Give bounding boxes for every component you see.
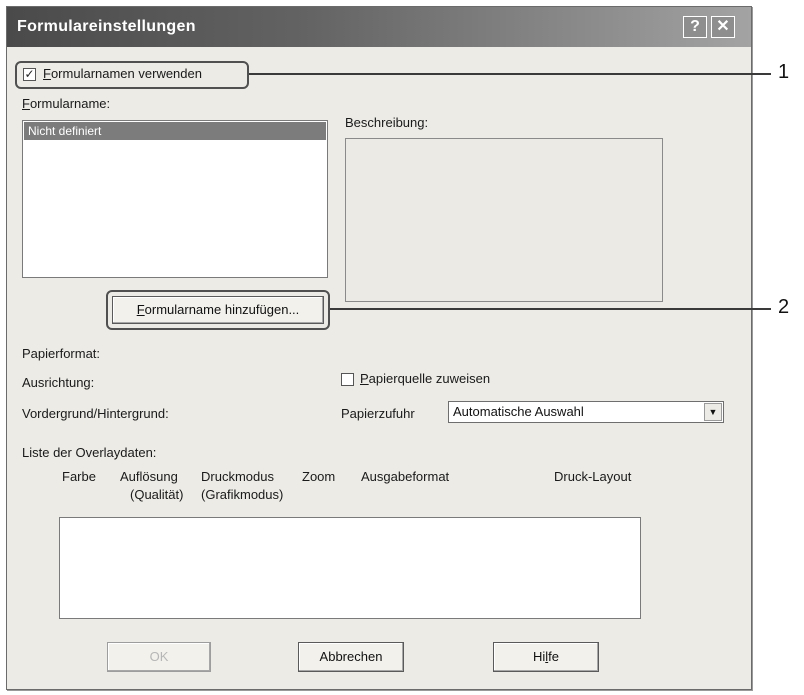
column-header-resolution-sub: (Qualität) xyxy=(130,487,184,502)
form-name-label: Formularname: xyxy=(22,96,110,111)
column-header-color: Farbe xyxy=(62,469,96,484)
use-form-names-text: ormularnamen verwenden xyxy=(50,66,202,81)
callout-line-2 xyxy=(330,308,771,310)
list-item[interactable]: Nicht definiert xyxy=(24,122,326,140)
description-label: Beschreibung: xyxy=(345,115,429,130)
close-icon[interactable]: ✕ xyxy=(711,16,735,38)
description-box xyxy=(345,138,663,302)
dialog-title: Formulareinstellungen xyxy=(17,18,196,35)
form-name-text: ormularname: xyxy=(29,96,111,111)
help-text-end: fe xyxy=(548,649,559,664)
add-form-name-text: ormularname hinzufügen... xyxy=(144,302,300,317)
foreground-background-label: Vordergrund/Hintergrund: xyxy=(22,406,169,421)
use-form-names-label[interactable]: Formularnamen verwenden xyxy=(43,66,202,81)
column-header-print-mode-sub: (Grafikmodus) xyxy=(201,487,284,502)
overlay-data-list[interactable] xyxy=(59,517,641,619)
help-question-icon[interactable]: ? xyxy=(683,16,707,38)
callout-number-2: 2 xyxy=(778,296,790,318)
use-form-names-accel: F xyxy=(43,66,51,81)
add-form-name-accel: F xyxy=(136,302,145,317)
cancel-button[interactable]: Abbrechen xyxy=(298,642,404,672)
paper-feed-value: Automatische Auswahl xyxy=(453,404,584,419)
form-settings-dialog: Formulareinstellungen ? ✕ ✓ Formularname… xyxy=(6,6,752,690)
assign-paper-source-checkbox[interactable] xyxy=(341,373,354,386)
use-form-names-checkbox[interactable]: ✓ xyxy=(23,68,36,81)
callout-number-1: 1 xyxy=(778,61,790,83)
help-button[interactable]: Hilfe xyxy=(493,642,599,672)
check-mark-icon: ✓ xyxy=(24,67,35,81)
add-form-name-button[interactable]: Formularname hinzufügen... xyxy=(112,296,324,324)
form-name-listbox[interactable]: Nicht definiert xyxy=(22,120,328,278)
ok-button[interactable]: OK xyxy=(107,642,211,672)
column-header-output-format: Ausgabeformat xyxy=(361,469,450,484)
column-header-print-layout: Druck-Layout xyxy=(554,469,632,484)
column-header-zoom: Zoom xyxy=(302,469,336,484)
title-bar[interactable]: Formulareinstellungen ? ✕ xyxy=(7,7,751,47)
chevron-down-icon[interactable]: ▼ xyxy=(704,403,722,421)
column-header-print-mode: Druckmodus xyxy=(201,469,274,484)
paper-feed-label: Papierzufuhr xyxy=(341,406,415,421)
column-header-resolution: Auflösung xyxy=(120,469,178,484)
callout-line-1 xyxy=(249,73,771,75)
assign-paper-source-label[interactable]: Papierquelle zuweisen xyxy=(360,371,490,386)
assign-paper-source-text: apierquelle zuweisen xyxy=(368,371,491,386)
overlay-list-label: Liste der Overlaydaten: xyxy=(22,445,157,460)
orientation-label: Ausrichtung: xyxy=(22,375,95,390)
assign-paper-source-accel: P xyxy=(360,371,369,386)
paper-format-label: Papierformat: xyxy=(22,346,101,361)
form-name-accel: F xyxy=(22,96,30,111)
paper-feed-select[interactable]: Automatische Auswahl ▼ xyxy=(448,401,724,423)
help-text-start: Hi xyxy=(532,649,546,664)
